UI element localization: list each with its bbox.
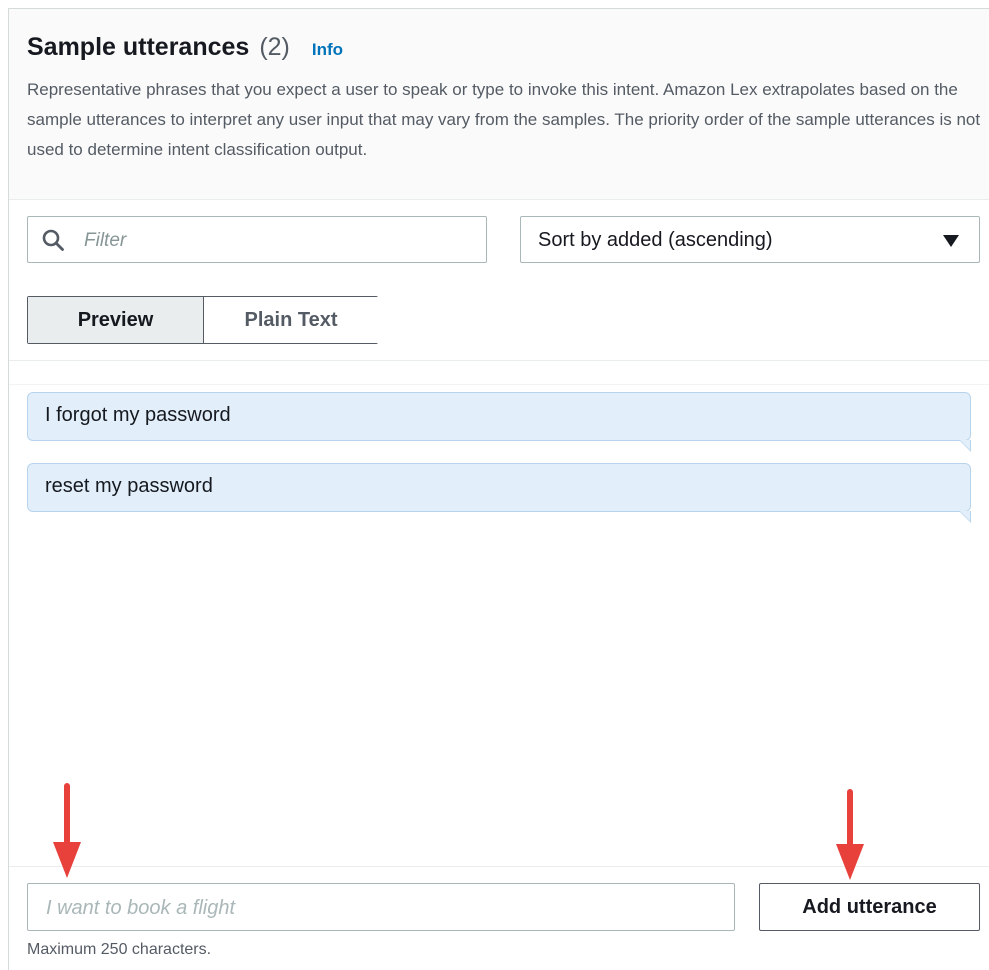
panel-description: Representative phrases that you expect a…	[27, 80, 981, 159]
caret-down-icon	[943, 235, 959, 247]
info-link[interactable]: Info	[312, 40, 343, 60]
new-utterance-input[interactable]	[44, 893, 718, 923]
utterance-item[interactable]: I forgot my password	[27, 392, 971, 452]
title-row: Sample utterances (2) Info	[27, 33, 343, 62]
utterance-text: reset my password	[45, 475, 213, 497]
bubble-tail	[960, 440, 970, 450]
utterance-item[interactable]: reset my password	[27, 463, 971, 523]
preview-tab[interactable]: Preview	[28, 297, 204, 343]
new-utterance-field[interactable]	[27, 883, 735, 931]
filter-input[interactable]	[82, 225, 476, 257]
character-limit-hint: Maximum 250 characters.	[27, 941, 212, 958]
view-toggle: Preview Plain Text	[27, 296, 378, 344]
plain-text-tab[interactable]: Plain Text	[204, 297, 378, 343]
add-utterance-button[interactable]: Add utterance	[759, 883, 980, 931]
panel-header: Sample utterances (2) Info Representativ…	[9, 9, 989, 200]
sort-selected-value: Sort by added (ascending)	[538, 229, 773, 251]
sort-select[interactable]: Sort by added (ascending)	[520, 216, 980, 263]
utterance-count: (2)	[259, 33, 290, 61]
divider	[9, 360, 989, 361]
utterance-text: I forgot my password	[45, 404, 231, 426]
filter-field[interactable]	[27, 216, 487, 263]
annotation-arrow-icon	[53, 783, 81, 878]
annotation-arrow-icon	[836, 789, 864, 880]
bubble-tail	[960, 511, 970, 521]
divider	[9, 384, 989, 385]
page-title: Sample utterances	[27, 33, 250, 61]
search-icon	[42, 229, 64, 251]
